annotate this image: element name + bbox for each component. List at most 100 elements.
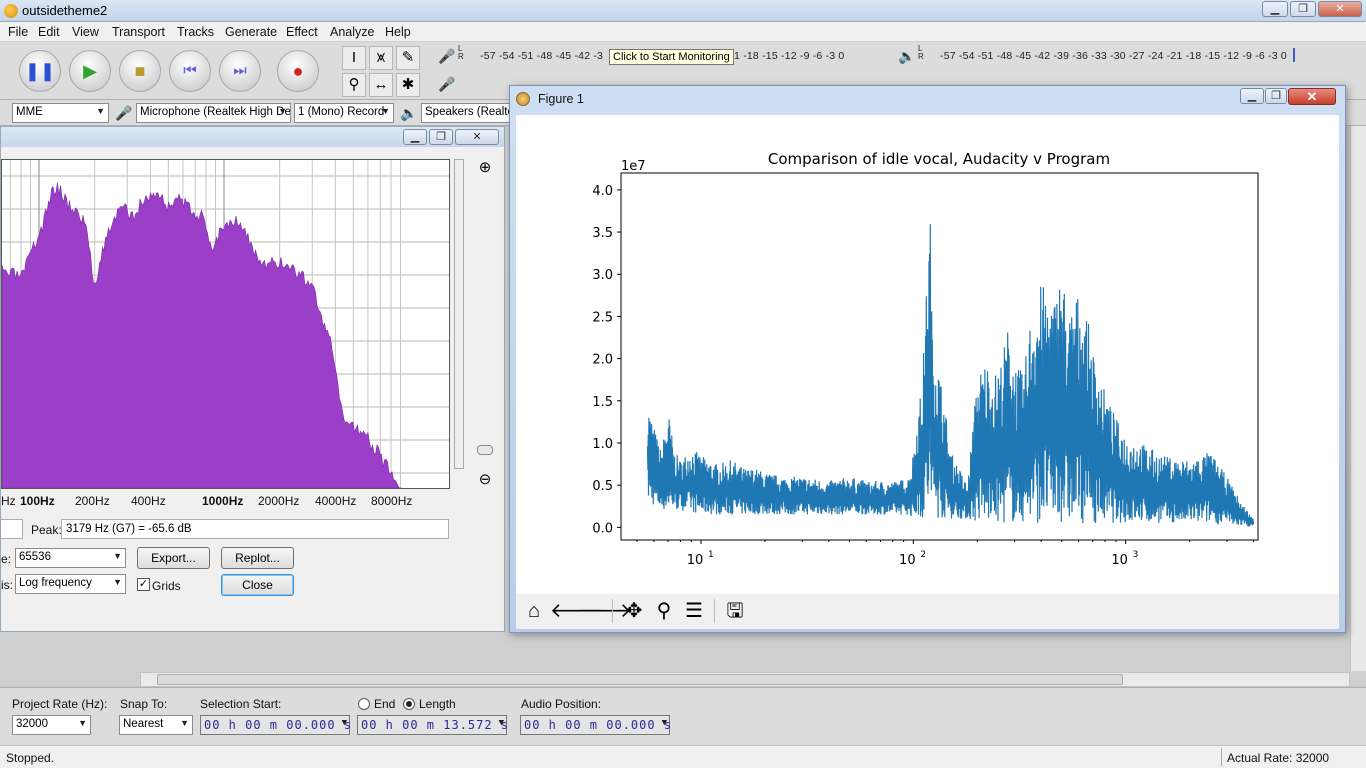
stop-button[interactable]: ■: [119, 50, 161, 92]
main-vertical-scrollbar[interactable]: [1350, 126, 1366, 671]
record-meter-scale[interactable]: -57 -54 -51 -48 -45 -42 -3: [480, 50, 603, 62]
spectrum-minimize-button[interactable]: ▁: [403, 129, 427, 145]
size-select[interactable]: 65536 ▼: [15, 548, 126, 568]
figure-close-button[interactable]: ✕: [1288, 88, 1336, 105]
spectrum-vertical-scrollbar[interactable]: [454, 159, 464, 469]
grids-checkbox[interactable]: ✓: [137, 578, 150, 591]
close-button[interactable]: Close: [221, 574, 294, 596]
axis-label: is:: [1, 578, 13, 592]
menu-analyze[interactable]: Analyze: [330, 25, 374, 39]
record-meter-scale-tail[interactable]: 21 -18 -15 -12 -9 -6 -3 0: [728, 50, 844, 62]
playback-device-select[interactable]: Speakers (Realte: [421, 103, 511, 123]
x-tick-label: 10: [687, 553, 704, 568]
draw-tool-button[interactable]: ✎: [396, 46, 420, 70]
selection-toolbar: Project Rate (Hz): 32000 ▼ Snap To: Neare…: [0, 687, 1366, 745]
play-icon: ▶: [83, 61, 97, 81]
timeshift-tool-button[interactable]: ↔: [369, 73, 393, 97]
home-icon[interactable]: ⌂: [520, 597, 548, 625]
peak-label: Peak:: [31, 523, 62, 537]
back-arrow-icon[interactable]: 🡐: [550, 597, 604, 625]
menu-effect[interactable]: Effect: [286, 25, 318, 39]
skip-to-end-button[interactable]: ⏭: [219, 50, 261, 92]
figure-canvas[interactable]: Comparison of idle vocal, Audacity v Pro…: [516, 115, 1339, 594]
selection-start-value: 00 h 00 m 00.000 s: [204, 718, 353, 732]
selection-start-field[interactable]: 00 h 00 m 00.000 s ▼: [200, 715, 353, 735]
minimize-button[interactable]: ▁: [1262, 1, 1288, 17]
audio-position-value: 00 h 00 m 00.000 s: [524, 718, 673, 732]
y-tick-group: 0.0 0.5 1.0 1.5 2.0 2.5 3.0 3.5 4.0: [592, 184, 621, 536]
length-radio[interactable]: [403, 698, 415, 710]
horizontal-scrollbar[interactable]: [140, 672, 1350, 687]
chevron-down-icon: ▼: [498, 718, 504, 728]
selection-length-field[interactable]: 00 h 00 m 13.572 s ▼: [357, 715, 508, 735]
x-tick-label: 10: [1111, 553, 1128, 568]
pan-icon[interactable]: ✥: [620, 597, 648, 625]
envelope-tool-button[interactable]: ⩙: [369, 46, 393, 70]
channels-select[interactable]: 1 (Mono) Record ▼: [294, 103, 394, 123]
maximize-button[interactable]: ❐: [1290, 1, 1316, 17]
spectrum-x-tick: 200Hz: [75, 494, 110, 508]
figure-maximize-button[interactable]: ❐: [1265, 88, 1287, 104]
record-icon: ●: [292, 61, 304, 81]
skip-end-icon: ⏭: [233, 62, 247, 79]
figure-minimize-button[interactable]: ▁: [1240, 88, 1264, 104]
record-button[interactable]: ●: [277, 50, 319, 92]
skip-to-start-button[interactable]: ⏮: [169, 50, 211, 92]
skip-start-icon: ⏮: [183, 62, 197, 79]
end-label: End: [374, 697, 396, 711]
export-button[interactable]: Export...: [137, 547, 210, 569]
playback-meter-scale[interactable]: -57 -54 -51 -48 -45 -42 -39 -36 -33 -30 …: [940, 50, 1287, 62]
spectrum-maximize-button[interactable]: ❐: [429, 129, 453, 145]
chevron-down-icon: ▼: [180, 718, 189, 728]
project-rate-label: Project Rate (Hz):: [12, 697, 108, 711]
menu-tracks[interactable]: Tracks: [177, 25, 214, 39]
zoom-out-icon[interactable]: ⊖: [476, 471, 494, 489]
status-divider: [1221, 748, 1222, 766]
snap-to-select[interactable]: Nearest ▼: [119, 715, 193, 735]
close-window-button[interactable]: ✕: [1318, 1, 1362, 17]
pause-icon: ❚❚: [24, 61, 56, 81]
menu-help[interactable]: Help: [385, 25, 411, 39]
axis-select[interactable]: Log frequency ▼: [15, 574, 126, 594]
pause-button[interactable]: ❚❚: [19, 50, 61, 92]
chevron-down-icon: ▼: [96, 106, 105, 116]
audio-host-select[interactable]: MME ▼: [12, 103, 109, 123]
frequency-analysis-window: ▁ ❐ ✕ ⊕ ⊖ Hz 100Hz 200Hz 400Hz 1000Hz 20…: [0, 126, 505, 632]
zoom-tool-button[interactable]: ⚲: [342, 73, 366, 97]
spectrum-plot[interactable]: [1, 159, 450, 489]
menu-generate[interactable]: Generate: [225, 25, 277, 39]
multi-tool-button[interactable]: ✱: [396, 73, 420, 97]
recording-device-select[interactable]: Microphone (Realtek High De ▼: [136, 103, 291, 123]
horizontal-scrollbar-thumb[interactable]: [157, 674, 1123, 685]
status-bar: Stopped. Actual Rate: 32000: [0, 745, 1366, 768]
selection-tool-button[interactable]: I: [342, 46, 366, 70]
y-tick-label: 0.5: [592, 479, 613, 494]
spectrum-graph: [1, 160, 449, 489]
spectrum-x-tick: 100Hz: [20, 494, 55, 508]
save-figure-icon[interactable]: 🖫: [721, 597, 749, 625]
spectrum-fill: [1, 182, 402, 489]
microphone-meter-icon[interactable]: 🎤: [438, 47, 456, 65]
envelope-icon: ⩙: [376, 49, 386, 66]
menu-edit[interactable]: Edit: [38, 25, 60, 39]
cursor-field: [1, 519, 23, 539]
end-radio[interactable]: [358, 698, 370, 710]
spectrum-x-tick: 1000Hz: [202, 494, 244, 508]
y-tick-label: 0.0: [592, 521, 613, 536]
replot-button[interactable]: Replot...: [221, 547, 294, 569]
configure-subplots-icon[interactable]: ☰: [680, 597, 708, 625]
audio-position-field[interactable]: 00 h 00 m 00.000 s ▼: [520, 715, 673, 735]
menu-file[interactable]: File: [8, 25, 28, 39]
spectrum-zoom-slider[interactable]: [477, 445, 493, 455]
playback-meter-marker: [1293, 48, 1295, 62]
zoom-rect-icon[interactable]: ⚲: [650, 597, 678, 625]
play-button[interactable]: ▶: [69, 50, 111, 92]
menu-transport[interactable]: Transport: [112, 25, 165, 39]
menu-view[interactable]: View: [72, 25, 99, 39]
spectrum-close-button[interactable]: ✕: [455, 129, 499, 145]
project-rate-select[interactable]: 32000 ▼: [12, 715, 91, 735]
speaker-meter-icon[interactable]: 🔈: [898, 47, 916, 65]
forward-arrow-icon[interactable]: 🡒: [578, 597, 632, 625]
magnifier-icon: ⚲: [348, 76, 360, 93]
zoom-in-icon[interactable]: ⊕: [476, 159, 494, 177]
